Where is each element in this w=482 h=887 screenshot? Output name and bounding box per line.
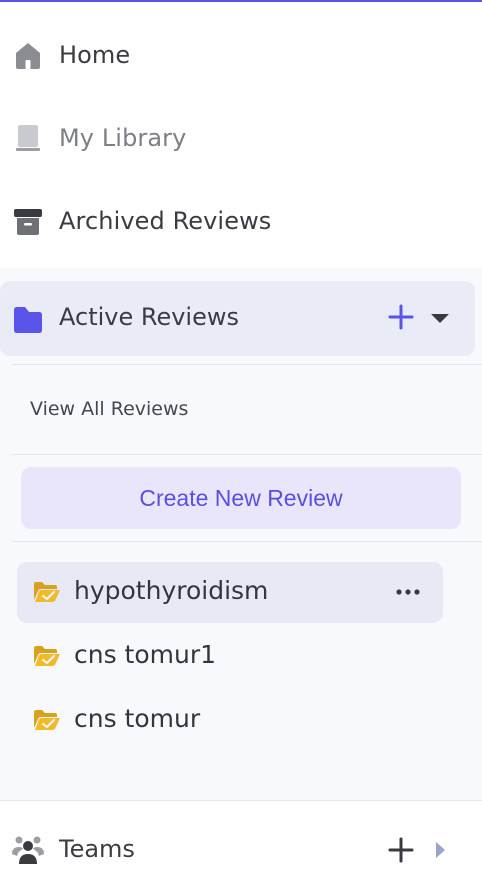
review-item-cns-tomur[interactable]: cns tomur bbox=[17, 690, 443, 751]
more-options-icon[interactable] bbox=[391, 580, 425, 604]
folder-open-icon bbox=[33, 581, 61, 603]
teams-label: Teams bbox=[59, 835, 135, 863]
nav-item-label: Archived Reviews bbox=[59, 207, 272, 235]
divider bbox=[12, 454, 482, 455]
chevron-down-icon[interactable] bbox=[428, 310, 452, 326]
chevron-right-icon[interactable] bbox=[432, 839, 448, 861]
add-review-icon[interactable] bbox=[386, 302, 416, 332]
active-reviews-header[interactable]: Active Reviews bbox=[0, 281, 475, 356]
library-icon bbox=[12, 122, 44, 154]
top-accent-bar bbox=[0, 0, 482, 2]
teams-icon bbox=[10, 834, 46, 868]
create-new-review-button[interactable]: Create New Review bbox=[21, 467, 461, 529]
nav-item-label: My Library bbox=[59, 124, 187, 152]
active-reviews-label: Active Reviews bbox=[59, 303, 239, 331]
review-item-hypothyroidism[interactable]: hypothyroidism bbox=[17, 562, 443, 623]
divider bbox=[12, 364, 482, 365]
nav-item-archived-reviews[interactable]: Archived Reviews bbox=[0, 191, 482, 251]
nav-item-my-library[interactable]: My Library bbox=[0, 108, 482, 168]
nav-item-home[interactable]: Home bbox=[0, 25, 482, 85]
view-all-reviews-link[interactable]: View All Reviews bbox=[30, 398, 188, 420]
review-item-label: cns tomur1 bbox=[74, 640, 217, 669]
nav-item-label: Home bbox=[59, 41, 131, 69]
folder-icon bbox=[12, 303, 44, 335]
review-item-label: cns tomur bbox=[74, 704, 201, 733]
nav-item-teams[interactable]: Teams bbox=[0, 820, 482, 880]
archive-icon bbox=[12, 205, 44, 237]
add-team-icon[interactable] bbox=[386, 835, 416, 865]
review-item-label: hypothyroidism bbox=[74, 576, 269, 605]
home-icon bbox=[12, 39, 44, 71]
divider bbox=[12, 541, 482, 542]
divider bbox=[0, 800, 482, 801]
folder-open-icon bbox=[33, 645, 61, 667]
review-item-cns-tomur1[interactable]: cns tomur1 bbox=[17, 626, 443, 687]
folder-open-icon bbox=[33, 709, 61, 731]
